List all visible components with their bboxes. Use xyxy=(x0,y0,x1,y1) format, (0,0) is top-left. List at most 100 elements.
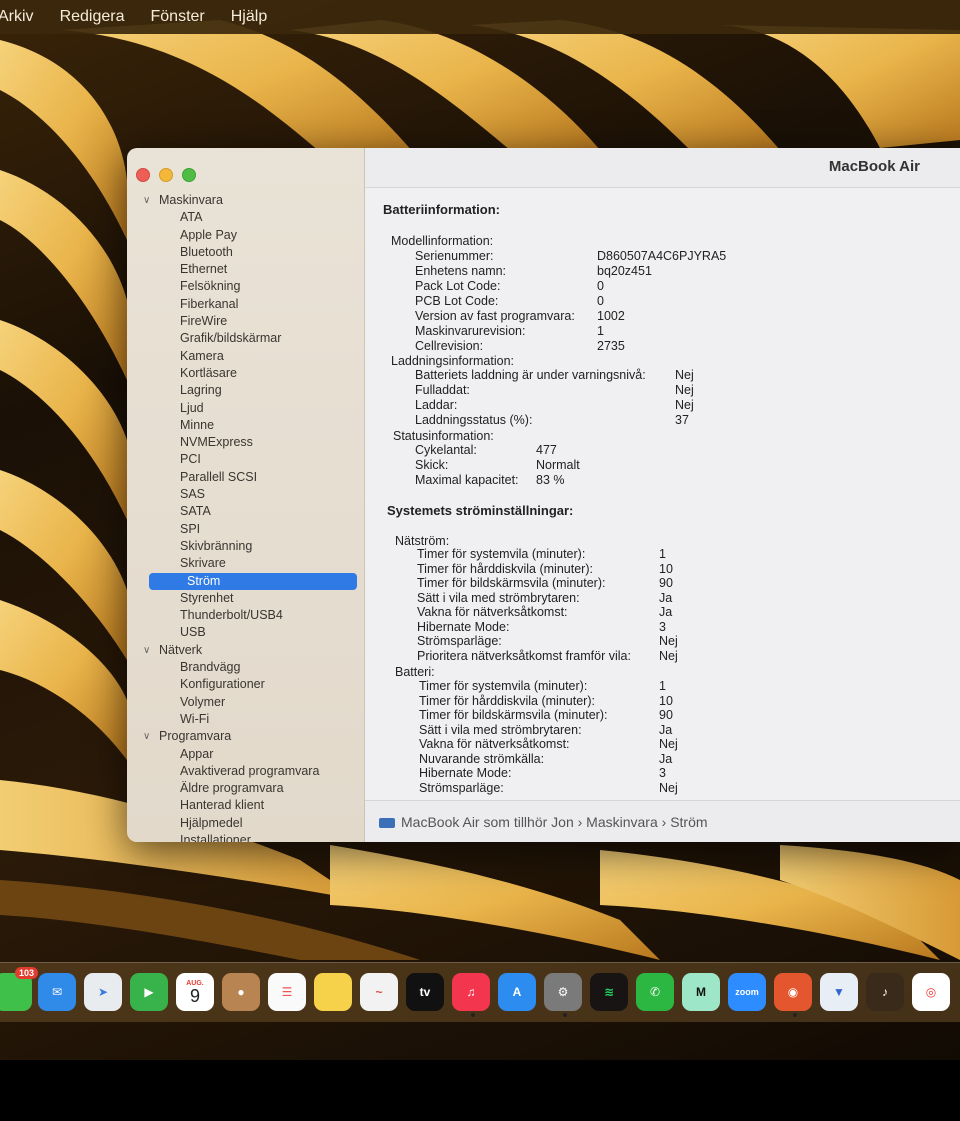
zoom-button[interactable] xyxy=(182,168,196,182)
menu-bar: Arkiv Redigera Fönster Hjälp xyxy=(0,0,960,34)
sidebar-item[interactable]: PCI xyxy=(127,451,365,468)
sidebar-group-nätverk[interactable]: ∨ Nätverk xyxy=(127,642,365,659)
sidebar-item[interactable]: Kamera xyxy=(127,348,365,365)
calendar-day: 9 xyxy=(189,985,200,1006)
sidebar-item[interactable]: Skrivare xyxy=(127,555,365,572)
info-value: 90 xyxy=(659,576,673,590)
sidebar-item[interactable]: Appar xyxy=(127,746,365,763)
duckduckgo-running-indicator xyxy=(793,1013,797,1017)
sidebar-item[interactable]: Thunderbolt/USB4 xyxy=(127,607,365,624)
maps-icon[interactable]: ➤ xyxy=(84,973,122,1011)
sidebar-item[interactable]: SATA xyxy=(127,503,365,520)
path-bar-text[interactable]: MacBook Air som tillhör Jon › Maskinvara… xyxy=(401,814,708,830)
sidebar-item[interactable]: Ethernet xyxy=(127,261,365,278)
m-app-icon[interactable]: M xyxy=(682,973,720,1011)
sidebar-item[interactable]: Äldre programvara xyxy=(127,780,365,797)
info-value: Ja xyxy=(659,751,673,766)
sidebar-item[interactable]: FireWire xyxy=(127,313,365,330)
contacts-icon[interactable]: ● xyxy=(222,973,260,1011)
sidebar-item[interactable]: Grafik/bildskärmar xyxy=(127,330,365,347)
mail-icon[interactable]: ✉ xyxy=(38,973,76,1011)
info-value: 1 xyxy=(659,679,666,693)
freeform-icon[interactable]: ~ xyxy=(360,973,398,1011)
sidebar-item[interactable]: NVMExpress xyxy=(127,434,365,451)
info-label: Maximal kapacitet: xyxy=(415,473,519,487)
sidebar-item[interactable]: Ström xyxy=(149,572,357,590)
sidebar-item[interactable]: Felsökning xyxy=(127,278,365,295)
garageband-icon[interactable]: ♪ xyxy=(866,973,904,1011)
send-icon[interactable]: ▼ xyxy=(820,973,858,1011)
sidebar-group-programvara[interactable]: ∨ Programvara xyxy=(127,728,365,745)
calendar-icon[interactable]: AUG. 9 xyxy=(176,973,214,1011)
menu-hjalp[interactable]: Hjälp xyxy=(231,8,267,26)
info-label: Serienummer: xyxy=(415,249,494,263)
info-label: Maskinvarurevision: xyxy=(415,324,526,338)
sidebar-item[interactable]: Fiberkanal xyxy=(127,296,365,313)
sidebar-item[interactable]: Styrenhet xyxy=(127,590,365,607)
sidebar-item[interactable]: Lagring xyxy=(127,382,365,399)
system-settings-icon[interactable]: ⚙ xyxy=(544,973,582,1011)
sidebar-item[interactable]: SPI xyxy=(127,521,365,538)
sidebar-item[interactable]: USB xyxy=(127,624,365,641)
sidebar-item[interactable]: Avaktiverad programvara xyxy=(127,763,365,780)
settings-running-indicator xyxy=(563,1013,567,1017)
info-label: Batteriets laddning är under varningsniv… xyxy=(415,368,646,382)
duckduckgo-icon[interactable]: ◉ xyxy=(774,973,812,1011)
sidebar-item[interactable]: Brandvägg xyxy=(127,659,365,676)
info-label: Version av fast programvara: xyxy=(415,309,575,323)
menu-fonster[interactable]: Fönster xyxy=(151,8,205,26)
sidebar-item[interactable]: Ljud xyxy=(127,400,365,417)
info-value: 1 xyxy=(659,547,666,561)
sidebar-item[interactable]: Apple Pay xyxy=(127,227,365,244)
sidebar-item[interactable]: Minne xyxy=(127,417,365,434)
sidebar-item[interactable]: Installationer xyxy=(127,832,365,842)
window-title: MacBook Air xyxy=(828,158,920,175)
whatsapp-icon[interactable]: ✆ xyxy=(636,973,674,1011)
chevron-down-icon[interactable]: ∨ xyxy=(143,192,150,209)
info-value: 1 xyxy=(597,324,604,338)
sidebar-item[interactable]: Hjälpmedel xyxy=(127,815,365,832)
chevron-down-icon[interactable]: ∨ xyxy=(143,728,150,745)
close-button[interactable] xyxy=(136,168,150,182)
info-value: 10 xyxy=(659,693,673,708)
menu-redigera[interactable]: Redigera xyxy=(60,8,125,26)
path-bar: MacBook Air som tillhör Jon › Maskinvara… xyxy=(365,800,960,842)
sidebar-item[interactable]: SAS xyxy=(127,486,365,503)
zoom-icon[interactable]: zoom xyxy=(728,973,766,1011)
info-value: Nej xyxy=(659,648,678,663)
sidebar-item[interactable]: Skivbränning xyxy=(127,538,365,555)
sidebar-item[interactable]: Konfigurationer xyxy=(127,676,365,693)
reminders-icon[interactable]: ☰ xyxy=(268,973,306,1011)
sidebar-group-maskinvara[interactable]: ∨ Maskinvara xyxy=(127,192,365,209)
info-label: Laddningsstatus (%): xyxy=(415,413,533,427)
facetime-icon[interactable]: ▶ xyxy=(130,973,168,1011)
info-label: Timer för systemvila (minuter): xyxy=(417,547,586,561)
minimize-button[interactable] xyxy=(159,168,173,182)
sidebar-item[interactable]: Kortläsare xyxy=(127,365,365,382)
sidebar-item[interactable]: Parallell SCSI xyxy=(127,469,365,486)
messages-icon[interactable]: 103 xyxy=(0,967,38,1011)
screen-bezel xyxy=(0,1060,960,1121)
info-value: bq20z451 xyxy=(597,264,652,278)
info-label: Timer för bildskärmsvila (minuter): xyxy=(419,708,608,722)
info-label: Hibernate Mode: xyxy=(417,619,510,634)
spotify-icon[interactable]: ≋ xyxy=(590,973,628,1011)
sidebar-item[interactable]: ATA xyxy=(127,209,365,226)
notes-icon[interactable] xyxy=(314,973,352,1011)
app-store-icon[interactable]: A xyxy=(498,973,536,1011)
sidebar-item[interactable]: Wi-Fi xyxy=(127,711,365,728)
menu-arkiv[interactable]: Arkiv xyxy=(0,8,34,26)
chrome-icon[interactable]: ◎ xyxy=(912,973,950,1011)
section-title-battery: Batteriinformation: xyxy=(383,202,500,217)
sidebar-item[interactable]: Bluetooth xyxy=(127,244,365,261)
laptop-icon xyxy=(379,817,395,828)
music-icon[interactable]: ♫ xyxy=(452,973,490,1011)
info-value: 90 xyxy=(659,708,673,722)
sidebar-item[interactable]: Hanterad klient xyxy=(127,797,365,814)
sidebar-item[interactable]: Volymer xyxy=(127,694,365,711)
info-value: 83 % xyxy=(536,473,565,487)
sidebar-group-label: Nätverk xyxy=(159,642,203,657)
chevron-down-icon[interactable]: ∨ xyxy=(143,642,150,659)
apple-tv-icon[interactable]: tv xyxy=(406,973,444,1011)
info-value: 1002 xyxy=(597,309,625,323)
